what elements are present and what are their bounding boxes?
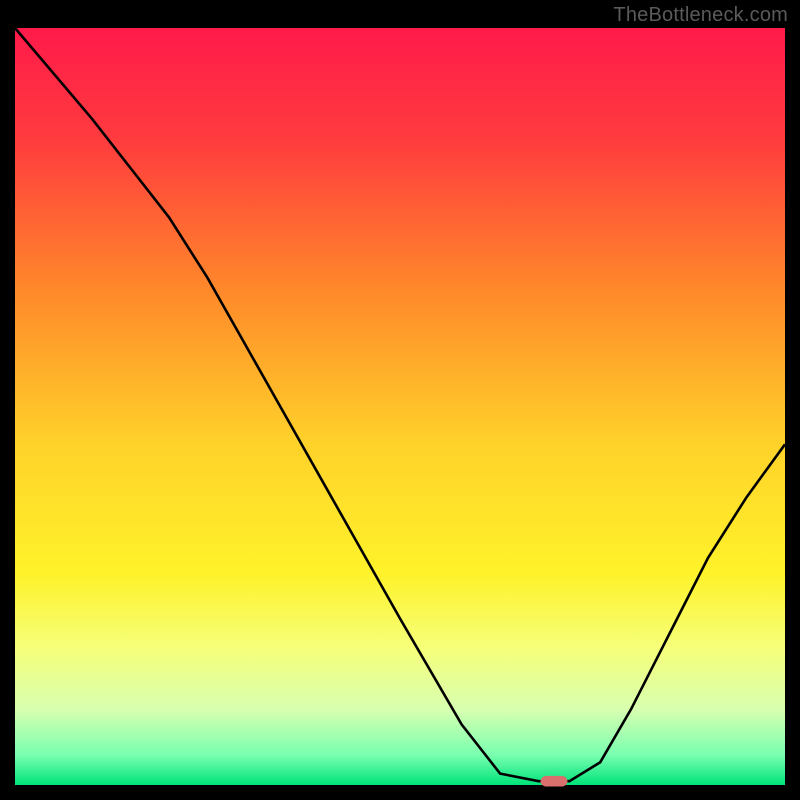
chart-plot-area [15, 28, 785, 785]
optimal-marker [541, 776, 568, 787]
bottleneck-chart: TheBottleneck.com [0, 0, 800, 800]
attribution-text: TheBottleneck.com [613, 4, 788, 27]
chart-svg [0, 0, 800, 800]
